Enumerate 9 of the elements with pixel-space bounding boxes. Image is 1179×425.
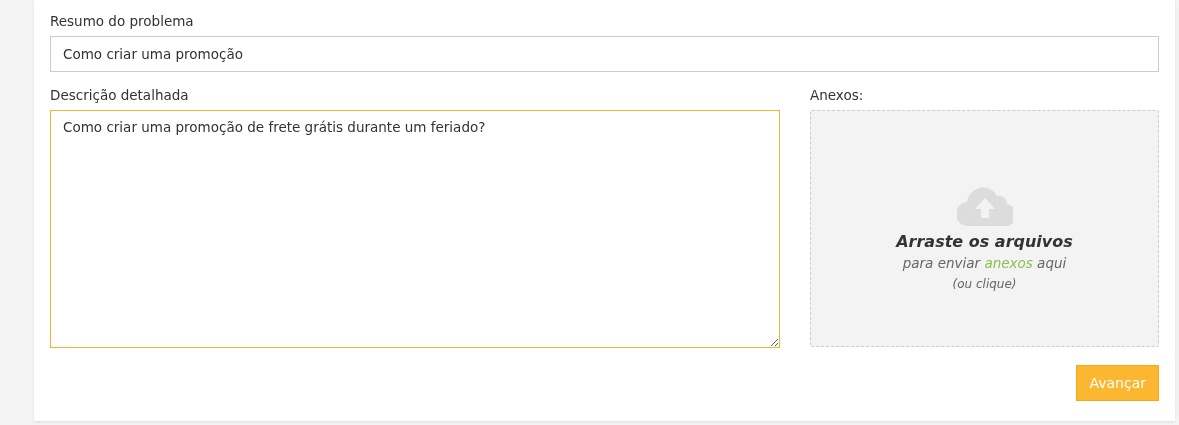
description-field[interactable]: Como criar uma promoção de frete grátis durante um feriado? — [50, 110, 780, 348]
summary-field[interactable]: Como criar uma promoção — [50, 36, 1159, 72]
drop-title: Arraste os arquivos — [896, 232, 1073, 251]
drop-note: (ou clique) — [952, 277, 1017, 291]
drop-hint: para enviar anexos aqui — [902, 255, 1067, 271]
field-label: Descrição detalhada — [50, 86, 190, 104]
file-drop-zone[interactable]: Arraste os arquivos para enviar anexos aqui (ou clique) — [810, 110, 1159, 347]
field-label: Resumo do problema — [50, 12, 195, 30]
field-label: Anexos: — [810, 86, 865, 104]
